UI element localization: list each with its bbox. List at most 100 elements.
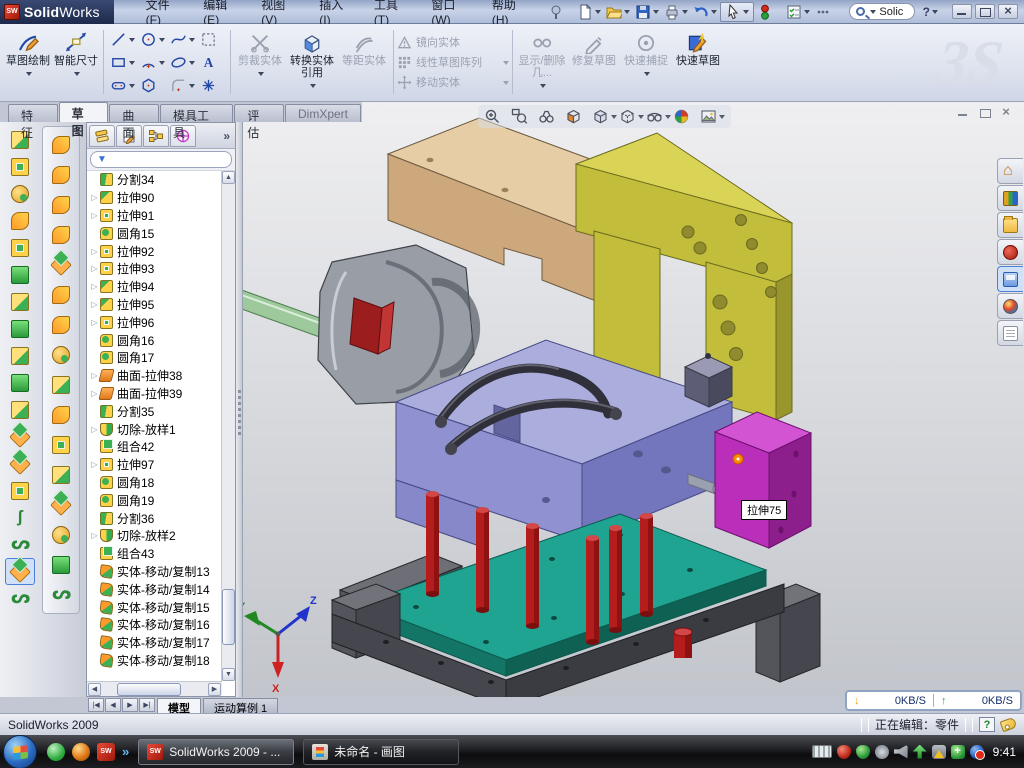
tree-row[interactable]: ▷ 曲面-拉伸38 — [89, 367, 222, 385]
expand-arrow-icon[interactable]: ▷ — [89, 318, 100, 327]
point-tool-icon[interactable] — [197, 74, 227, 97]
dropdown-caret-icon[interactable] — [711, 10, 717, 17]
tree-row[interactable]: ▷ 拉伸96 — [89, 313, 222, 331]
volume-icon[interactable] — [894, 745, 908, 759]
expand-arrow-icon[interactable]: ▷ — [89, 300, 100, 309]
ribbon-button[interactable]: 快速草图 — [672, 26, 724, 98]
ribbon-button[interactable]: 快速捕捉 — [620, 26, 672, 98]
spline-curve-icon[interactable]: ᔕ — [5, 585, 35, 612]
dropdown-caret-icon[interactable] — [653, 10, 659, 17]
dropdown-caret-icon[interactable] — [540, 84, 546, 91]
command-tab[interactable]: 特征 — [8, 104, 58, 122]
tree-row[interactable]: ▷ 切除-放样2 — [89, 527, 222, 545]
view-orientation-icon[interactable] — [538, 108, 563, 125]
toolbox-icon[interactable] — [997, 239, 1023, 265]
tree-row[interactable]: ▷ 拉伸94 — [89, 278, 222, 296]
dropdown-caret-icon[interactable] — [189, 61, 195, 68]
dropdown-caret-icon[interactable] — [159, 38, 165, 45]
tree-row[interactable]: ▷ 组合42 — [89, 438, 222, 456]
select-cursor-icon[interactable] — [720, 2, 754, 22]
search-input[interactable]: Solic — [849, 3, 914, 20]
dropdown-caret-icon[interactable] — [644, 72, 650, 79]
zoom-area-icon[interactable] — [511, 108, 536, 125]
tree-row[interactable]: ▷ 拉伸95 — [89, 296, 222, 314]
tree-row[interactable]: ▷ 实体-移动/复制18 — [89, 652, 222, 670]
revolved-surface-icon[interactable] — [46, 160, 76, 190]
messenger-status-icon[interactable] — [970, 745, 984, 759]
ribbon-button[interactable]: 转换实体引用 — [286, 26, 338, 98]
ribbon-button[interactable]: 显示/删除几... — [516, 26, 568, 98]
health-status-icon[interactable] — [951, 745, 965, 759]
dropdown-caret-icon[interactable] — [189, 38, 195, 45]
quick-launch-overflow-icon[interactable]: » — [122, 744, 129, 759]
document-tab[interactable]: 模型 — [157, 698, 201, 713]
tree-row[interactable]: ▷ 切除-放样1 — [89, 420, 222, 438]
view-palette-icon[interactable] — [997, 266, 1023, 292]
taskbar-button[interactable]: SW SolidWorks 2009 - ... — [138, 739, 294, 765]
dropdown-caret-icon[interactable] — [804, 10, 810, 17]
messenger-icon[interactable] — [47, 743, 65, 761]
split-icon[interactable] — [5, 369, 35, 396]
dropdown-caret-icon[interactable] — [503, 61, 509, 68]
scroll-right-arrow[interactable]: ▶ — [208, 683, 221, 696]
tab-scroll-button[interactable]: |◀ — [88, 698, 104, 712]
tree-row[interactable]: ▷ 拉伸93 — [89, 260, 222, 278]
start-button[interactable] — [3, 735, 37, 768]
warning-icon[interactable] — [932, 745, 946, 759]
doc-close-button[interactable] — [998, 106, 1014, 119]
restore-button[interactable] — [975, 4, 995, 19]
ribbon-button[interactable]: 修复草图 — [568, 26, 620, 98]
appearances-scenes-icon[interactable] — [997, 293, 1023, 319]
tree-row[interactable]: ▷ 圆角19 — [89, 491, 222, 509]
wrap-icon[interactable] — [5, 288, 35, 315]
dropdown-caret-icon[interactable] — [129, 84, 135, 91]
untrim-surface-icon[interactable] — [46, 460, 76, 490]
file-explorer-icon[interactable] — [997, 212, 1023, 238]
graphics-viewport[interactable]: X Y Z — [236, 102, 1024, 697]
rib-icon[interactable] — [5, 342, 35, 369]
rebuild-traffic-light-icon[interactable] — [755, 2, 783, 22]
print-icon[interactable] — [662, 2, 690, 22]
dropdown-caret-icon[interactable] — [129, 38, 135, 45]
extruded-surface-icon[interactable] — [46, 190, 76, 220]
expand-arrow-icon[interactable]: ▷ — [89, 247, 100, 256]
dropdown-caret-icon[interactable] — [595, 10, 601, 17]
rectangle-tool-icon[interactable] — [107, 51, 137, 74]
combine-icon[interactable] — [5, 396, 35, 423]
antivirus-shield-icon[interactable] — [856, 745, 870, 759]
boundary-surface-icon[interactable] — [46, 250, 76, 280]
sync-icon[interactable] — [913, 745, 927, 759]
dropdown-caret-icon[interactable] — [624, 10, 630, 17]
dropdown-caret-icon[interactable] — [189, 84, 195, 91]
tree-row[interactable]: ▷ 拉伸97 — [89, 456, 222, 474]
ribbon-stack-item[interactable]: 移动实体 — [397, 74, 509, 90]
tree-vertical-scrollbar[interactable]: ▲ ▼ — [221, 171, 235, 681]
panel-splitter[interactable] — [236, 102, 243, 697]
trim-surface-icon[interactable] — [46, 400, 76, 430]
arc-tool-icon[interactable] — [137, 51, 167, 74]
help-button[interactable]: ? — [923, 5, 930, 19]
scroll-down-arrow[interactable]: ▼ — [222, 668, 235, 681]
tree-row[interactable]: ▷ 实体-移动/复制14 — [89, 580, 222, 598]
dropdown-caret-icon[interactable] — [611, 115, 617, 122]
ellipse-tool-icon[interactable] — [167, 51, 197, 74]
expand-arrow-icon[interactable]: ▷ — [89, 531, 100, 540]
dropdown-caret-icon[interactable] — [743, 10, 749, 17]
design-library-icon[interactable] — [997, 185, 1023, 211]
tree-horizontal-scrollbar[interactable]: ◀ ▶ — [87, 681, 222, 696]
dropdown-caret-icon[interactable] — [310, 84, 316, 91]
tree-row[interactable]: ▷ 实体-移动/复制17 — [89, 634, 222, 652]
command-tab[interactable]: 评估 — [234, 104, 284, 122]
expand-arrow-icon[interactable]: ▷ — [89, 282, 100, 291]
tree-row[interactable]: ▷ 分割34 — [89, 171, 222, 189]
expand-arrow-icon[interactable]: ▷ — [89, 193, 100, 202]
model-canvas[interactable]: X Y Z — [236, 102, 1024, 697]
options-checklist-icon[interactable] — [784, 2, 812, 22]
knit-surface-icon[interactable] — [46, 370, 76, 400]
taskbar-button[interactable]: 未命名 - 画图 — [303, 739, 459, 765]
feature-manager-tab-icon[interactable] — [89, 125, 115, 147]
solidworks-launcher-icon[interactable]: SW — [97, 743, 115, 761]
text-tool-icon[interactable] — [197, 51, 227, 74]
search-scope-caret-icon[interactable] — [870, 10, 876, 17]
help-caret-icon[interactable] — [932, 10, 938, 17]
